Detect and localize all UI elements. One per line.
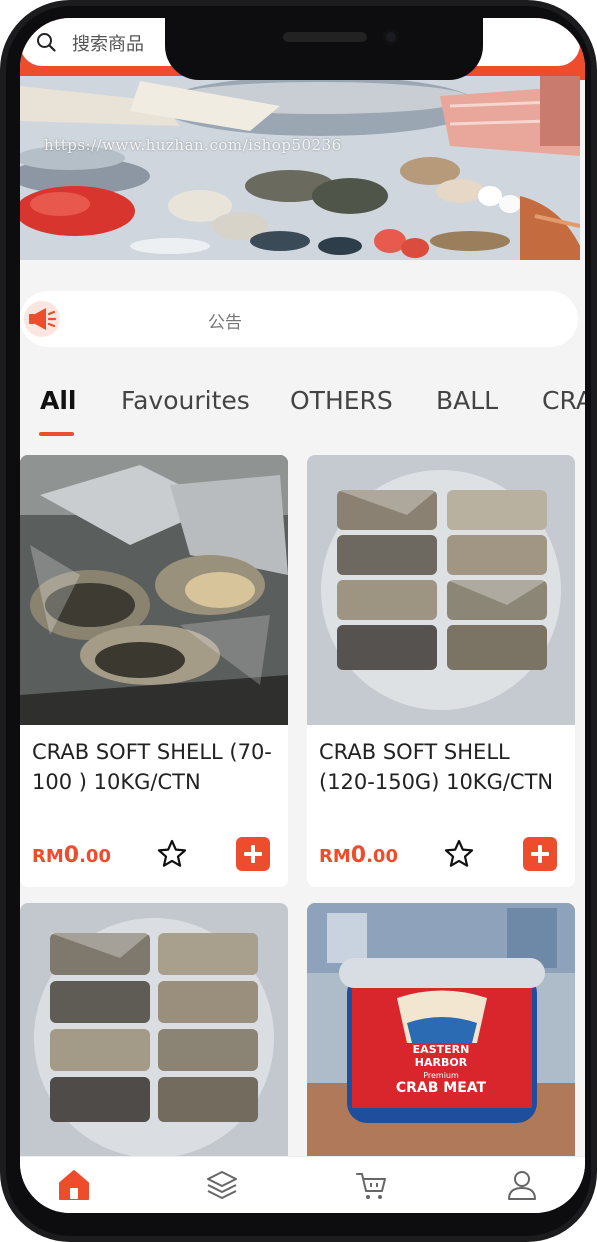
product-card[interactable]: CRAB SOFT SHELL (120-150G) 10KG/CTN RM0.… xyxy=(307,455,575,887)
cart-icon[interactable] xyxy=(354,1167,390,1203)
speaker-grille xyxy=(283,32,367,42)
star-icon[interactable] xyxy=(156,838,188,870)
banner-watermark: https://www.huzhan.com/ishop50236 xyxy=(44,136,342,154)
layers-icon[interactable] xyxy=(204,1167,240,1203)
product-price: RM0.00 xyxy=(32,843,111,868)
product-name[interactable]: CRAB SOFT SHELL (70-100 ) 10KG/CTN xyxy=(32,737,282,797)
product-card[interactable]: CRAB SOFT SHELL (70-100 ) 10KG/CTN RM0.0… xyxy=(20,455,288,887)
product-image[interactable] xyxy=(307,455,575,725)
product-image[interactable] xyxy=(20,455,288,725)
tab-crab[interactable]: CRA xyxy=(542,386,585,415)
tab-others[interactable]: OTHERS xyxy=(290,386,393,415)
active-tab-indicator xyxy=(39,432,74,436)
search-placeholder: 搜索商品 xyxy=(72,34,144,55)
phone-notch xyxy=(165,18,483,80)
can-label: EASTERN HARBOR Premium CRAB MEAT xyxy=(395,1043,487,1096)
product-card[interactable] xyxy=(20,903,288,1163)
tab-ball[interactable]: BALL xyxy=(436,386,498,415)
product-image[interactable]: EASTERN HARBOR Premium CRAB MEAT xyxy=(307,903,575,1163)
app-screen: 搜索商品 https://www.huzhan.com/ishop50236 公… xyxy=(20,18,585,1213)
product-price: RM0.00 xyxy=(319,843,398,868)
star-icon[interactable] xyxy=(443,838,475,870)
add-to-cart-button[interactable] xyxy=(236,837,270,871)
seafood-banner[interactable]: https://www.huzhan.com/ishop50236 xyxy=(20,76,580,260)
front-camera xyxy=(383,29,399,45)
product-name[interactable]: CRAB SOFT SHELL (120-150G) 10KG/CTN xyxy=(319,737,569,797)
megaphone-icon xyxy=(24,301,60,337)
tab-all[interactable]: All xyxy=(40,386,77,415)
search-icon xyxy=(37,33,56,52)
tab-favourites[interactable]: Favourites xyxy=(121,386,250,415)
bottom-navigation xyxy=(20,1156,585,1213)
add-to-cart-button[interactable] xyxy=(523,837,557,871)
user-icon[interactable] xyxy=(504,1167,540,1203)
product-card[interactable]: EASTERN HARBOR Premium CRAB MEAT xyxy=(307,903,575,1163)
home-icon[interactable] xyxy=(56,1167,92,1203)
announcement-label: 公告 xyxy=(208,313,242,333)
category-tabs: All Favourites OTHERS BALL CRA xyxy=(20,378,585,438)
announcement-bar[interactable]: 公告 xyxy=(20,291,578,347)
product-image[interactable] xyxy=(20,903,288,1163)
banner-image xyxy=(20,76,580,260)
